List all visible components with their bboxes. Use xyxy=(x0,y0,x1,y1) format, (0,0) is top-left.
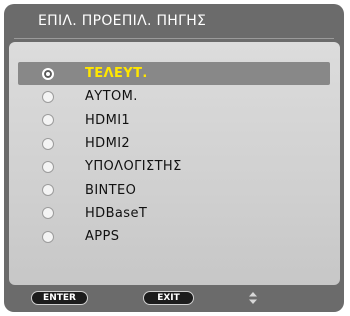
option-label: APPS xyxy=(85,229,120,245)
radio-button-selected[interactable] xyxy=(42,67,54,80)
option-label: ΤΕΛΕΥΤ. xyxy=(85,66,148,82)
option-video[interactable]: ΒΙΝΤΕΟ xyxy=(9,178,340,201)
dialog-title: ΕΠΙΛ. ΠΡΟΕΠΙΛ. ΠΗΓΗΣ xyxy=(38,13,207,29)
enter-button[interactable]: ENTER xyxy=(31,291,88,305)
option-label: ΑΥΤΟΜ. xyxy=(85,89,138,105)
option-apps[interactable]: APPS xyxy=(9,225,340,248)
radio-button[interactable] xyxy=(42,160,54,173)
option-auto[interactable]: ΑΥΤΟΜ. xyxy=(9,85,340,108)
footer-bar: ENTER EXIT xyxy=(4,285,344,312)
option-hdbaset[interactable]: HDBaseT xyxy=(9,202,340,225)
option-hdmi1[interactable]: HDMI1 xyxy=(9,109,340,132)
option-label: HDMI1 xyxy=(85,112,131,128)
source-options-list: ΤΕΛΕΥΤ. ΑΥΤΟΜ. HDMI1 HDMI2 ΥΠΟΛΟΓΙΣΤΗΣ Β… xyxy=(9,62,340,248)
source-selection-dialog: ΕΠΙΛ. ΠΡΟΕΠΙΛ. ΠΗΓΗΣ ΤΕΛΕΥΤ. ΑΥΤΟΜ. HDMI… xyxy=(4,4,344,312)
option-last[interactable]: ΤΕΛΕΥΤ. xyxy=(18,62,330,86)
option-label: ΥΠΟΛΟΓΙΣΤΗΣ xyxy=(85,159,182,175)
radio-button[interactable] xyxy=(42,114,54,127)
radio-button[interactable] xyxy=(42,184,54,197)
radio-button[interactable] xyxy=(42,207,54,220)
options-panel: ΤΕΛΕΥΤ. ΑΥΤΟΜ. HDMI1 HDMI2 ΥΠΟΛΟΓΙΣΤΗΣ Β… xyxy=(9,42,340,285)
radio-button[interactable] xyxy=(42,90,54,103)
option-label: ΒΙΝΤΕΟ xyxy=(85,182,137,198)
exit-button[interactable]: EXIT xyxy=(143,291,194,305)
up-down-arrows-icon xyxy=(249,292,257,304)
option-label: HDBaseT xyxy=(85,205,148,221)
option-label: HDMI2 xyxy=(85,136,131,152)
radio-button[interactable] xyxy=(42,230,54,243)
title-bar: ΕΠΙΛ. ΠΡΟΕΠΙΛ. ΠΗΓΗΣ xyxy=(10,4,336,38)
option-hdmi2[interactable]: HDMI2 xyxy=(9,132,340,155)
radio-button[interactable] xyxy=(42,137,54,150)
title-divider xyxy=(14,38,334,39)
option-computer[interactable]: ΥΠΟΛΟΓΙΣΤΗΣ xyxy=(9,155,340,178)
